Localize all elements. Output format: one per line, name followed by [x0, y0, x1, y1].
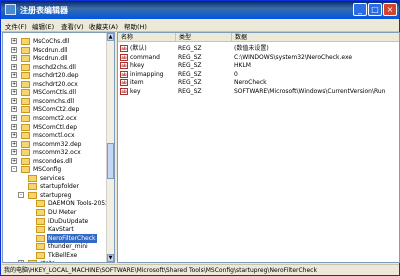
folder-icon [28, 183, 37, 191]
folder-icon [21, 123, 30, 131]
folder-icon [21, 97, 30, 105]
expand-icon[interactable]: + [11, 89, 17, 96]
folder-icon [21, 166, 30, 174]
tree-scrollbar[interactable]: ▲ ▼ [106, 33, 114, 262]
folder-icon [21, 55, 30, 63]
folder-icon [36, 234, 45, 242]
window-title: 注册表编辑器 [20, 6, 68, 15]
expand-icon[interactable]: + [11, 72, 17, 79]
folder-icon [21, 38, 30, 45]
status-bar: 我的电脑\HKEY_LOCAL_MACHINE\SOFTWARE\Microso… [2, 264, 399, 275]
column-header-data[interactable]: 数据 [232, 33, 399, 42]
registry-app-icon [5, 4, 16, 15]
folder-icon [21, 80, 30, 88]
value-row[interactable]: ab key REG_SZ SOFTWARE\Microsoft\Windows\Cu… [118, 87, 399, 96]
expand-icon[interactable]: + [11, 106, 17, 113]
folder-icon [21, 106, 30, 114]
folder-icon [28, 260, 37, 262]
folder-icon [28, 174, 37, 182]
menu-help[interactable]: 帮助(H) [124, 21, 147, 31]
folder-icon [21, 63, 30, 71]
folder-icon [21, 114, 30, 122]
registry-editor-window: 注册表编辑器 _ □ × 文件(F) 编辑(E) 查看(V) 收藏夹(A) 帮助… [0, 0, 400, 276]
menu-favorites[interactable]: 收藏夹(A) [89, 21, 118, 31]
scroll-up-icon[interactable]: ▲ [107, 33, 114, 41]
expand-icon[interactable]: + [11, 132, 17, 139]
folder-icon [36, 243, 45, 251]
expand-icon[interactable]: + [11, 157, 17, 164]
value-name: key [130, 87, 141, 95]
menu-file[interactable]: 文件(F) [5, 21, 27, 31]
scroll-thumb[interactable] [107, 143, 114, 179]
folder-icon [36, 226, 45, 234]
folder-icon [36, 200, 45, 208]
folder-icon [21, 46, 30, 54]
column-header-type[interactable]: 类型 [176, 33, 232, 42]
expand-icon[interactable]: + [11, 123, 17, 130]
title-bar[interactable]: 注册表编辑器 _ □ × [1, 1, 399, 19]
collapse-icon[interactable]: - [18, 191, 24, 198]
string-value-icon: ab [120, 62, 128, 69]
folder-icon [28, 191, 37, 199]
minimize-button[interactable]: _ [353, 3, 367, 16]
expand-icon[interactable]: + [11, 97, 17, 104]
string-value-icon: ab [120, 70, 128, 78]
menu-bar: 文件(F) 编辑(E) 查看(V) 收藏夹(A) 帮助(H) [1, 19, 399, 32]
folder-icon [36, 251, 45, 259]
expand-icon[interactable]: + [11, 46, 17, 53]
string-value-icon: ab [120, 45, 128, 52]
column-header-name[interactable]: 名称 [118, 33, 176, 42]
folder-icon [21, 140, 30, 148]
menu-edit[interactable]: 编辑(E) [32, 21, 54, 31]
expand-icon[interactable]: + [11, 38, 17, 44]
folder-icon [21, 157, 30, 165]
folder-icon [36, 217, 45, 225]
string-value-icon: ab [120, 87, 128, 95]
menu-view[interactable]: 查看(V) [61, 21, 84, 31]
expand-icon[interactable]: + [11, 80, 17, 87]
folder-icon [21, 89, 30, 97]
key-tree-pane[interactable]: + MsCoChs.dll + Mscdrun.dll + Mscdrun.dll + msc… [2, 32, 115, 263]
expand-icon[interactable]: + [11, 140, 17, 147]
string-value-icon: ab [120, 79, 128, 86]
expand-icon[interactable]: + [11, 63, 17, 70]
folder-icon [21, 132, 30, 140]
collapse-icon[interactable]: - [11, 166, 17, 173]
value-data: SOFTWARE\Microsoft\Windows\CurrentVersio… [234, 87, 386, 95]
expand-icon[interactable]: + [11, 149, 17, 156]
folder-icon [36, 209, 45, 216]
folder-icon [21, 72, 30, 80]
close-button[interactable]: × [383, 3, 397, 16]
expand-icon[interactable]: + [18, 260, 24, 262]
expand-icon[interactable]: + [11, 114, 17, 121]
string-value-icon: ab [120, 53, 128, 61]
maximize-button[interactable]: □ [368, 3, 382, 16]
value-type: REG_SZ [178, 87, 202, 95]
expand-icon[interactable]: + [11, 55, 17, 62]
folder-icon [21, 149, 30, 157]
scroll-down-icon[interactable]: ▼ [107, 254, 114, 262]
values-pane[interactable]: 名称 类型 数据 ab (默认) REG_SZ (数值未设置) ab command REG… [117, 32, 400, 263]
tree-node-label: state [39, 259, 56, 262]
